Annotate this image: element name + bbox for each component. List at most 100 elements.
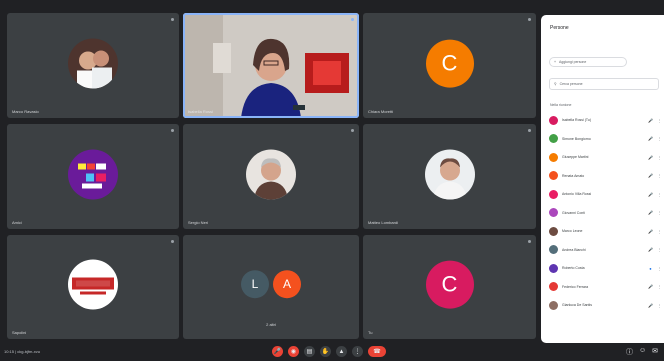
chat-icon[interactable]: ✉ [652, 347, 658, 357]
more-options-icon[interactable] [528, 129, 531, 132]
panel-title: Persone [550, 25, 569, 31]
participant-tile[interactable]: Matteo Lombardi [363, 124, 536, 229]
meeting-info: 10:15 | ckg-bjfm-xvu [4, 349, 40, 354]
participant-name: Isabella Rossi [188, 109, 213, 114]
participant-avatar [246, 149, 296, 199]
participant-list-name: Giovanni Conti [562, 210, 585, 215]
avatar [549, 282, 558, 292]
participant-tile-group[interactable]: L A 2 altri [183, 235, 359, 339]
more-options-icon[interactable] [171, 240, 174, 243]
camera-off-button[interactable]: ◉ [288, 346, 299, 357]
participant-list-name: Gianluca De Santis [562, 303, 592, 308]
search-people-input[interactable]: ⚲ Cerca persone [549, 78, 659, 90]
participant-list-name: Giuseppe Martini [562, 155, 589, 160]
more-options-icon[interactable] [528, 240, 531, 243]
more-icon[interactable]: ⋮ [657, 210, 662, 215]
participant-tile[interactable]: Marco Ravasio [7, 13, 179, 118]
mic-icon: 🎤 [648, 191, 653, 197]
avatar [549, 300, 558, 310]
meeting-controls: 🎤 ◉ ▤ ✋ ▲ ⋮ ☎ [272, 346, 386, 357]
participant-tile[interactable]: C Tu [363, 235, 536, 339]
mic-icon: 🎤 [648, 284, 653, 290]
participant-name: Amici [12, 220, 22, 225]
participant-list-item[interactable]: Roberto Costa ● ⋮ [549, 259, 662, 278]
participant-avatar [424, 149, 475, 199]
more-icon[interactable]: ⋮ [657, 173, 662, 178]
mic-icon: 🎤 [648, 117, 653, 123]
info-icon[interactable]: ⓘ [626, 347, 633, 357]
avatar [549, 171, 558, 181]
participant-list-item[interactable]: Andrea Bianchi 🎤 ⋮ [549, 241, 662, 260]
participant-list-name: Renata Amato [562, 173, 585, 178]
participant-list-item[interactable]: Giovanni Conti 🎤 ⋮ [549, 204, 662, 223]
captions-button[interactable]: ▤ [304, 346, 315, 357]
participant-list-item[interactable]: Gianluca De Santis 🎤 ⋮ [549, 296, 662, 315]
end-call-button[interactable]: ☎ [368, 346, 386, 357]
avatar [549, 189, 558, 199]
more-icon[interactable]: ⋮ [657, 266, 662, 271]
participant-list-item[interactable]: Isabella Rossi (Tu) 🎤 ⋮ [549, 111, 662, 130]
avatar [549, 152, 558, 162]
participant-tile[interactable]: Sergio Neri [183, 124, 359, 229]
participant-name: Tu [368, 330, 373, 335]
people-icon[interactable]: ☺ [639, 347, 646, 357]
participant-avatar: L [241, 270, 269, 299]
mic-icon: 🎤 [648, 136, 653, 142]
more-icon[interactable]: ⋮ [657, 303, 662, 308]
participant-list-item[interactable]: Marco Leone 🎤 ⋮ [549, 222, 662, 241]
add-person-icon: + [554, 60, 557, 64]
present-button[interactable]: ▲ [336, 346, 347, 357]
participant-list-name: Federico Ferrara [562, 284, 589, 289]
participant-tile-video[interactable]: Isabella Rossi [183, 13, 359, 118]
participant-list-item[interactable]: Giuseppe Martini 🎤 ⋮ [549, 148, 662, 167]
more-icon[interactable]: ⋮ [657, 284, 662, 289]
raise-hand-button[interactable]: ✋ [320, 346, 331, 357]
meeting-stage: Marco Ravasio Isabella Rossi C Chiara Mo… [0, 0, 664, 361]
participant-tile[interactable]: Amici [7, 124, 179, 229]
bottom-control-bar: 10:15 | ckg-bjfm-xvu 🎤 ◉ ▤ ✋ ▲ ⋮ ☎ ⓘ ☺ ✉ [0, 343, 664, 361]
avatar [549, 208, 558, 218]
participant-list-item[interactable]: Renata Amato 🎤 ⋮ [549, 167, 662, 186]
mic-icon: 🎤 [648, 302, 653, 308]
avatar [549, 226, 558, 236]
participant-list-name: Simone Bongiorno [562, 136, 591, 141]
participant-avatar [68, 259, 118, 310]
participant-avatar: C [425, 260, 474, 309]
more-options-icon[interactable] [351, 129, 354, 132]
participant-name: Matteo Lombardi [368, 220, 399, 225]
more-icon[interactable]: ⋮ [657, 118, 662, 123]
more-icon[interactable]: ⋮ [657, 136, 662, 141]
avatar [549, 134, 558, 144]
search-placeholder: Cerca persone [559, 82, 583, 86]
more-options-icon[interactable] [171, 18, 174, 21]
mic-icon: 🎤 [648, 228, 653, 234]
participant-name: Sergio Neri [188, 220, 209, 225]
add-people-label: Aggiungi persone [559, 60, 587, 64]
more-icon[interactable]: ⋮ [657, 229, 662, 234]
participant-name: 2 altri [266, 322, 276, 327]
mic-icon: 🎤 [648, 210, 653, 216]
more-options-button[interactable]: ⋮ [352, 346, 363, 357]
add-people-button[interactable]: + Aggiungi persone [549, 57, 627, 67]
avatar [549, 245, 558, 255]
participant-tile[interactable]: Sapolini [7, 235, 179, 339]
more-options-icon[interactable] [351, 18, 354, 21]
participant-list-item[interactable]: Simone Bongiorno 🎤 ⋮ [549, 130, 662, 149]
participant-list-item[interactable]: Antonio Villa Rossi 🎤 ⋮ [549, 185, 662, 204]
participant-list-item[interactable]: Federico Ferrara 🎤 ⋮ [549, 278, 662, 297]
more-icon[interactable]: ⋮ [657, 192, 662, 197]
mic-icon: 🎤 [648, 173, 653, 179]
more-icon[interactable]: ⋮ [657, 247, 662, 252]
participant-name: Chiara Moretti [368, 109, 394, 114]
group-avatars: L A [241, 270, 301, 299]
participant-list-name: Andrea Bianchi [562, 247, 586, 252]
search-icon: ⚲ [554, 82, 557, 86]
avatar [549, 115, 558, 125]
more-options-icon[interactable] [171, 129, 174, 132]
more-options-icon[interactable] [528, 18, 531, 21]
more-icon[interactable]: ⋮ [657, 155, 662, 160]
participant-name: Sapolini [12, 330, 27, 335]
participant-tile[interactable]: C Chiara Moretti [363, 13, 536, 118]
participant-avatar [68, 149, 118, 199]
mic-off-button[interactable]: 🎤 [272, 346, 283, 357]
